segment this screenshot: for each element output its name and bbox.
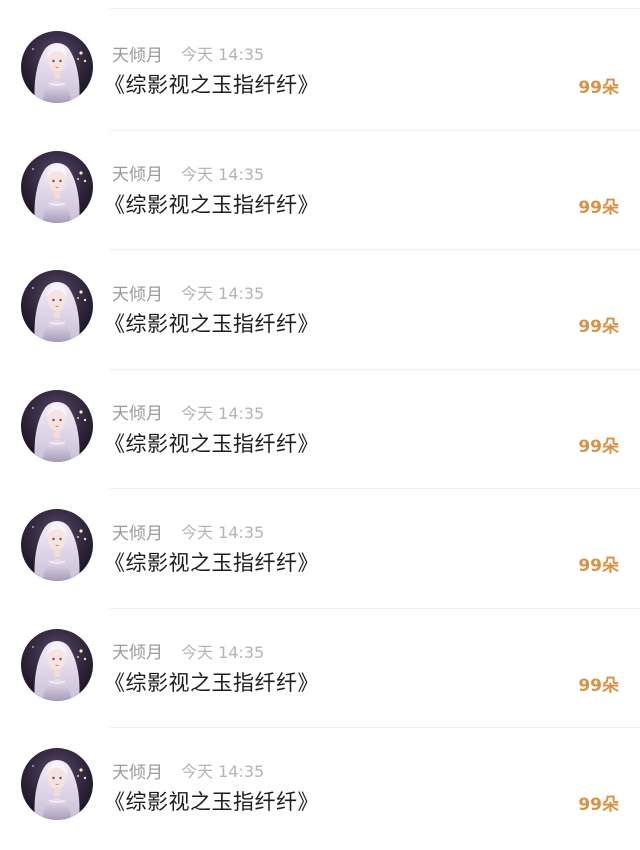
timestamp: 今天 14:35 bbox=[181, 45, 265, 64]
timestamp: 今天 14:35 bbox=[181, 642, 265, 662]
record-meta: 天倾月 今天 14:35 bbox=[112, 519, 265, 544]
book-title[interactable]: 《综影视之玉指纤纤》 bbox=[104, 428, 319, 458]
timestamp: 今天 14:35 bbox=[181, 164, 265, 184]
avatar-icon bbox=[21, 389, 93, 462]
book-title[interactable]: 《综影视之玉指纤纤》 bbox=[104, 547, 319, 577]
avatar-icon bbox=[21, 628, 93, 701]
record-meta: 天倾月 今天 14:35 bbox=[112, 399, 265, 425]
flower-count: 99朵 bbox=[578, 317, 619, 337]
flower-count: 99朵 bbox=[578, 78, 619, 98]
username[interactable]: 天倾月 bbox=[112, 519, 163, 544]
gift-record-list: 天倾月 今天 14:35 《综影视之玉指纤纤》 99朵 天倾月 今天 14:35… bbox=[0, 11, 640, 848]
list-item[interactable]: 天倾月 今天 14:35 《综影视之玉指纤纤》 99朵 bbox=[0, 728, 640, 848]
username[interactable]: 天倾月 bbox=[112, 399, 163, 424]
timestamp: 今天 14:35 bbox=[181, 284, 265, 303]
top-divider bbox=[110, 8, 640, 9]
record-meta: 天倾月 今天 14:35 bbox=[112, 41, 265, 66]
flower-count: 99朵 bbox=[578, 556, 619, 576]
timestamp: 今天 14:35 bbox=[181, 523, 265, 542]
list-item[interactable]: 天倾月 今天 14:35 《综影视之玉指纤纤》 99朵 bbox=[0, 370, 640, 489]
username[interactable]: 天倾月 bbox=[112, 638, 163, 663]
record-meta: 天倾月 今天 14:35 bbox=[112, 758, 265, 783]
username[interactable]: 天倾月 bbox=[112, 758, 163, 783]
flower-count: 99朵 bbox=[578, 795, 619, 815]
list-item[interactable]: 天倾月 今天 14:35 《综影视之玉指纤纤》 99朵 bbox=[0, 489, 640, 609]
avatar[interactable] bbox=[21, 748, 93, 820]
flower-count: 99朵 bbox=[578, 436, 619, 457]
list-item[interactable]: 天倾月 今天 14:35 《综影视之玉指纤纤》 99朵 bbox=[0, 609, 640, 728]
username[interactable]: 天倾月 bbox=[112, 41, 163, 66]
record-meta: 天倾月 今天 14:35 bbox=[112, 638, 265, 664]
flower-count: 99朵 bbox=[578, 675, 619, 696]
book-title[interactable]: 《综影视之玉指纤纤》 bbox=[104, 69, 319, 99]
record-meta: 天倾月 今天 14:35 bbox=[112, 160, 265, 186]
record-meta: 天倾月 今天 14:35 bbox=[112, 280, 265, 305]
avatar-icon bbox=[21, 31, 93, 103]
avatar[interactable] bbox=[21, 150, 93, 223]
avatar-icon bbox=[21, 270, 93, 342]
username[interactable]: 天倾月 bbox=[112, 280, 163, 305]
avatar[interactable] bbox=[21, 31, 93, 103]
timestamp: 今天 14:35 bbox=[181, 762, 265, 781]
avatar[interactable] bbox=[21, 389, 93, 462]
book-title[interactable]: 《综影视之玉指纤纤》 bbox=[104, 667, 319, 697]
avatar[interactable] bbox=[21, 628, 93, 701]
flower-count: 99朵 bbox=[578, 197, 619, 218]
avatar[interactable] bbox=[21, 270, 93, 342]
avatar-icon bbox=[21, 748, 93, 820]
timestamp: 今天 14:35 bbox=[181, 403, 265, 423]
list-item[interactable]: 天倾月 今天 14:35 《综影视之玉指纤纤》 99朵 bbox=[0, 131, 640, 250]
book-title[interactable]: 《综影视之玉指纤纤》 bbox=[104, 308, 319, 338]
book-title[interactable]: 《综影视之玉指纤纤》 bbox=[104, 786, 319, 816]
avatar[interactable] bbox=[21, 509, 93, 581]
avatar-icon bbox=[21, 509, 93, 581]
list-item[interactable]: 天倾月 今天 14:35 《综影视之玉指纤纤》 99朵 bbox=[0, 250, 640, 370]
book-title[interactable]: 《综影视之玉指纤纤》 bbox=[104, 189, 319, 219]
username[interactable]: 天倾月 bbox=[112, 160, 163, 185]
list-item[interactable]: 天倾月 今天 14:35 《综影视之玉指纤纤》 99朵 bbox=[0, 11, 640, 131]
avatar-icon bbox=[21, 150, 93, 223]
